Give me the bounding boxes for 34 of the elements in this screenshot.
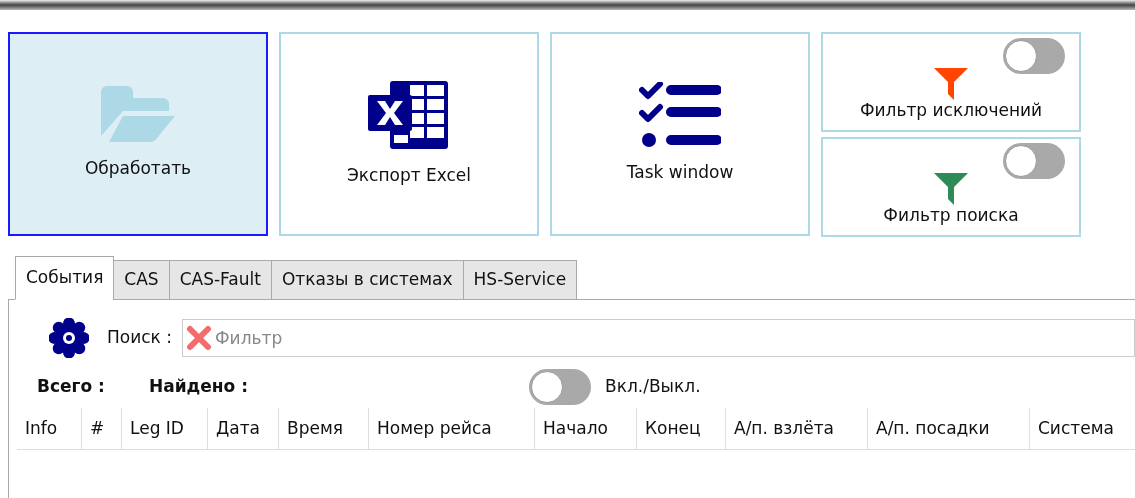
search-label: Поиск : xyxy=(107,326,172,350)
found-label: Найдено : xyxy=(149,375,249,399)
filter-label: Фильтр исключений xyxy=(859,100,1043,122)
column-header[interactable]: Дата xyxy=(208,408,279,449)
total-label: Всего : xyxy=(37,375,106,399)
column-header[interactable]: Система xyxy=(1030,408,1135,449)
action-button[interactable]: Экспорт Excel xyxy=(279,32,539,236)
clear-icon[interactable] xyxy=(186,325,212,351)
toggle-label: Вкл./Выкл. xyxy=(605,375,701,399)
column-header[interactable]: Номер рейса xyxy=(369,408,535,449)
checklist-icon xyxy=(639,82,721,149)
column-header[interactable]: Время xyxy=(279,408,369,449)
tab[interactable]: HS-Service xyxy=(462,260,578,300)
tab[interactable]: События xyxy=(15,256,115,300)
spreadsheet-icon xyxy=(368,79,450,152)
column-header[interactable]: Info xyxy=(17,408,82,449)
tab[interactable]: CAS-Fault xyxy=(168,260,272,300)
filter-label: Фильтр поиска xyxy=(883,205,1019,227)
action-button[interactable]: Task window xyxy=(550,32,810,236)
column-header[interactable]: А/п. взлёта xyxy=(726,408,868,449)
column-header[interactable]: # xyxy=(82,408,122,449)
column-header[interactable]: Конец xyxy=(637,408,726,449)
action-button[interactable]: Обработать xyxy=(8,32,268,236)
search-field[interactable]: Фильтр xyxy=(182,319,1135,357)
folder-icon xyxy=(101,86,175,145)
tab[interactable]: CAS xyxy=(113,260,170,300)
tab[interactable]: Отказы в системах xyxy=(270,260,464,300)
filter-toggle[interactable] xyxy=(1003,38,1065,74)
column-header[interactable]: А/п. посадки xyxy=(868,408,1030,449)
column-header[interactable]: Leg ID xyxy=(122,408,208,449)
column-header[interactable]: Начало xyxy=(535,408,637,449)
filter-toggle[interactable] xyxy=(1003,143,1065,179)
gear-icon[interactable] xyxy=(49,318,89,358)
on-off-toggle[interactable] xyxy=(529,369,591,405)
